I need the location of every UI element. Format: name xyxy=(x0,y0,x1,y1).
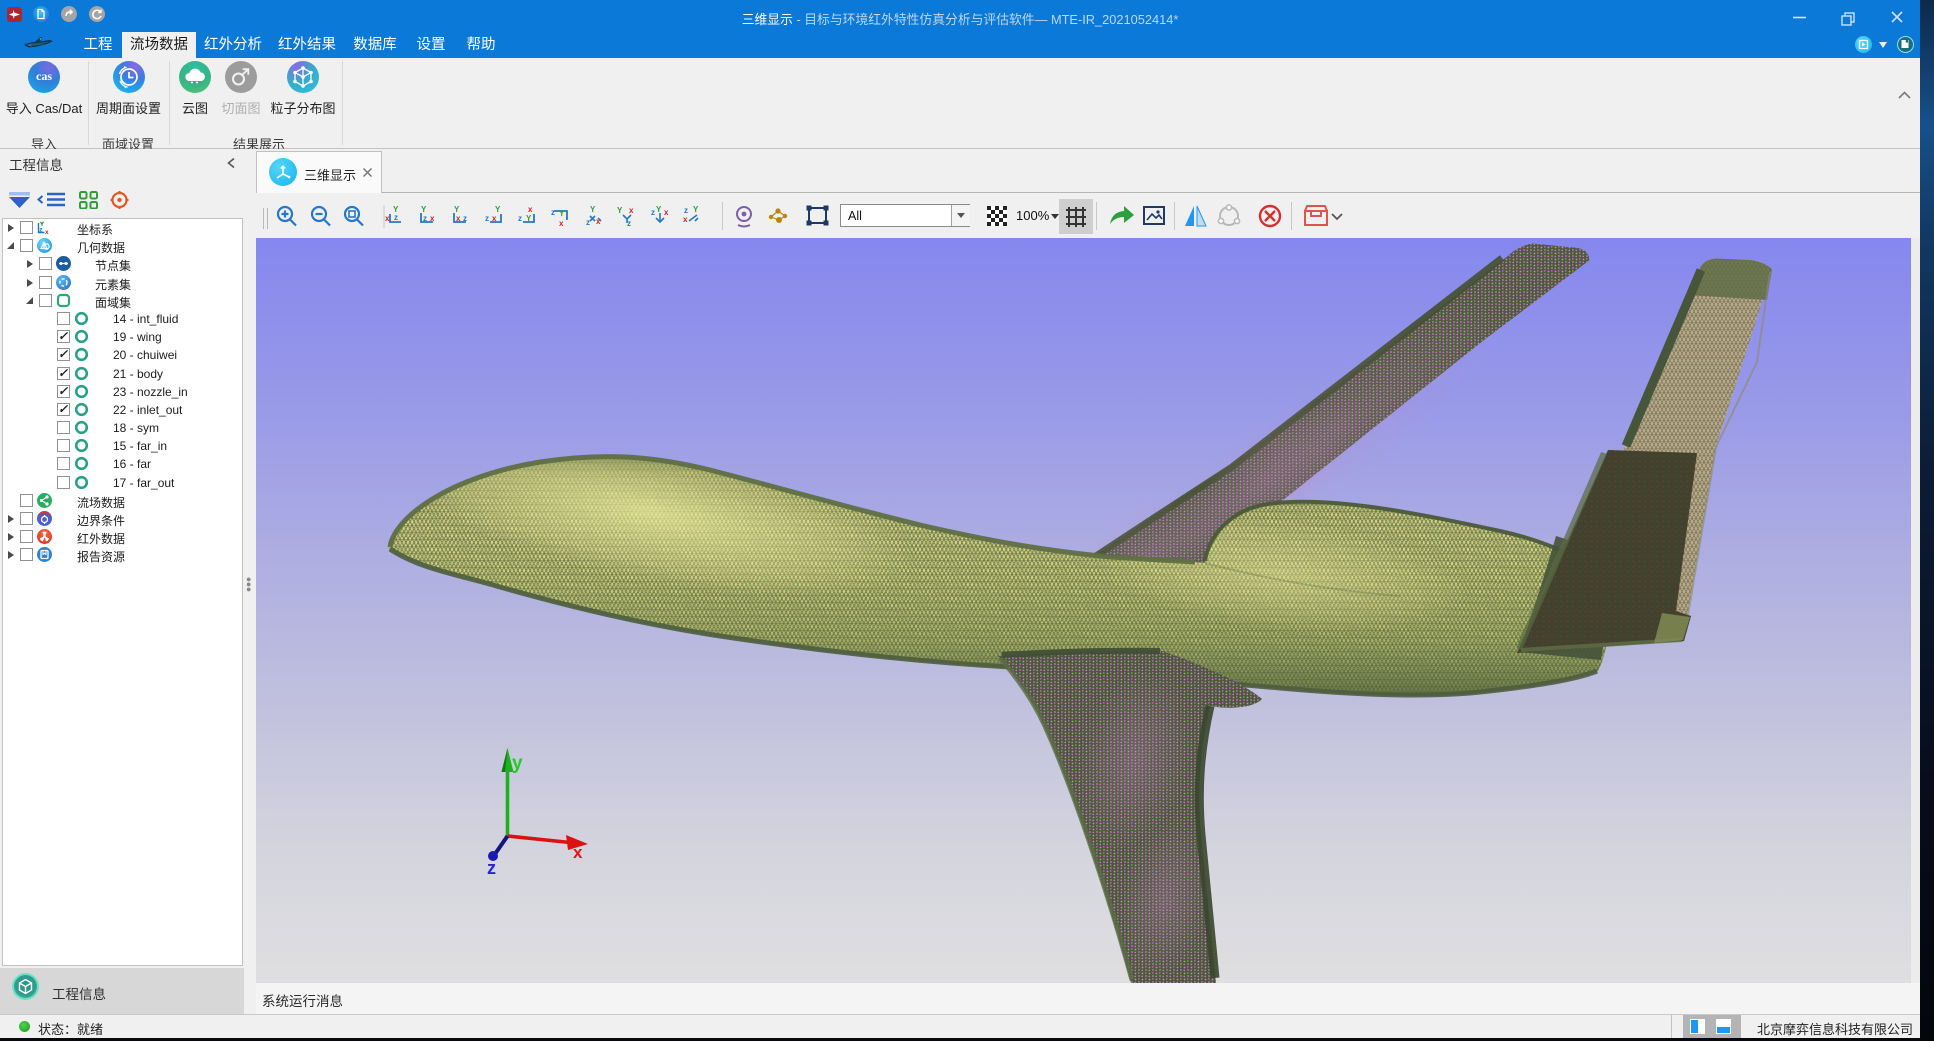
svg-text:Y: Y xyxy=(590,205,596,214)
svg-text:z: z xyxy=(485,214,489,223)
svg-text:Y: Y xyxy=(393,205,399,214)
svg-text:x: x xyxy=(430,214,435,223)
svg-text:z: z xyxy=(487,858,496,878)
svg-text:z: z xyxy=(394,213,398,222)
svg-text:x: x xyxy=(596,217,601,226)
svg-text:z: z xyxy=(518,214,522,223)
svg-text:z: z xyxy=(627,219,631,228)
svg-text:x: x xyxy=(385,214,390,223)
svg-text:z: z xyxy=(586,218,590,227)
svg-text:x: x xyxy=(456,214,461,223)
svg-text:x: x xyxy=(573,843,583,862)
svg-text:x: x xyxy=(492,214,497,223)
svg-text:Y: Y xyxy=(454,205,460,214)
svg-text:Y: Y xyxy=(559,209,565,218)
svg-text:Y: Y xyxy=(495,205,501,214)
svg-text:z: z xyxy=(651,208,655,217)
svg-text:Y: Y xyxy=(526,214,532,223)
svg-text:x: x xyxy=(45,229,49,235)
svg-text:Y: Y xyxy=(693,205,699,214)
svg-text:z: z xyxy=(423,214,427,223)
svg-text:z: z xyxy=(684,206,688,215)
svg-text:x: x xyxy=(559,219,564,228)
svg-text:x: x xyxy=(664,208,669,217)
svg-text:y: y xyxy=(512,753,523,774)
svg-text:Y: Y xyxy=(421,205,427,214)
svg-text:x: x xyxy=(528,205,533,214)
svg-text:x: x xyxy=(629,206,634,215)
svg-text:z: z xyxy=(463,214,467,223)
svg-text:Y: Y xyxy=(617,206,623,215)
svg-text:x: x xyxy=(683,215,688,224)
svg-text:Y: Y xyxy=(656,205,662,214)
svg-text:z: z xyxy=(551,208,555,217)
